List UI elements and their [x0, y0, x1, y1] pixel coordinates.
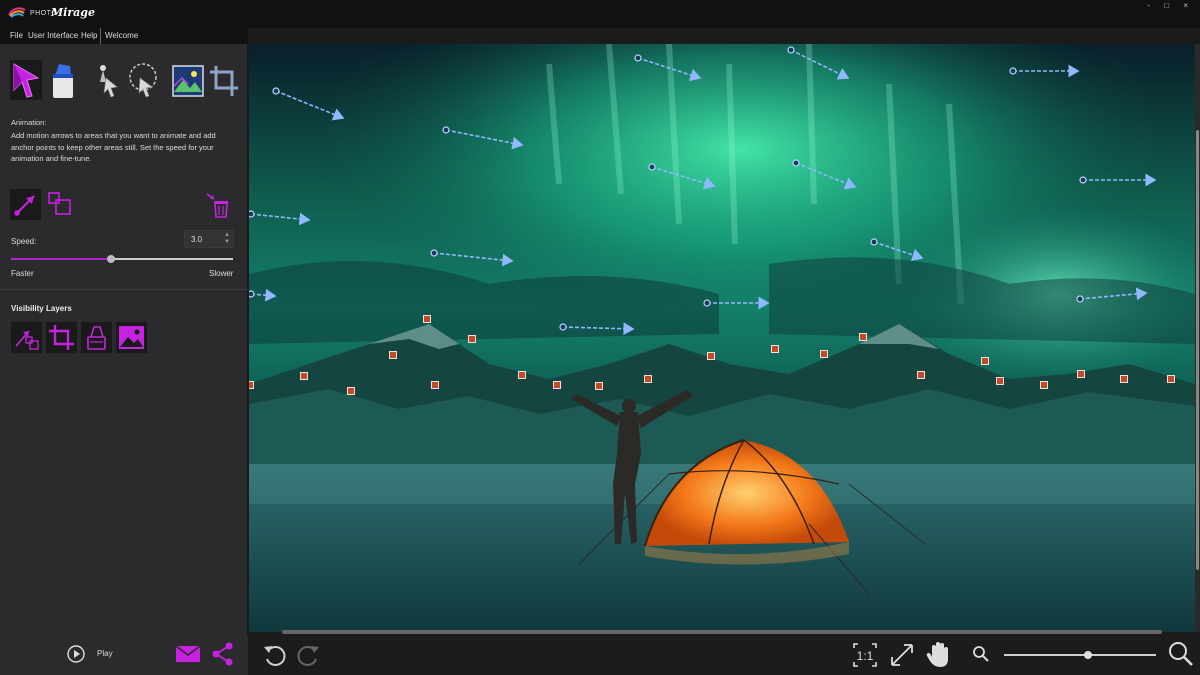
app-window: PHOTO Mirage - □ × File User Interface H… — [0, 0, 1200, 675]
anchor-point-tool[interactable] — [92, 60, 124, 100]
motion-arrow-tool[interactable] — [10, 60, 42, 100]
lasso-select-icon — [129, 63, 157, 98]
image-canvas[interactable] — [249, 44, 1195, 632]
anchor-point[interactable] — [423, 315, 431, 323]
draw-arrow-subtool[interactable] — [10, 189, 41, 220]
title-bar: PHOTO Mirage - □ × — [0, 0, 1200, 28]
undo-icon[interactable] — [262, 643, 286, 667]
anchor-squares-icon — [48, 192, 71, 215]
arrow-anchor-layer-icon — [15, 330, 39, 350]
anchor-point[interactable] — [644, 375, 652, 383]
zoom-in-icon[interactable] — [1168, 641, 1194, 667]
anchor-point[interactable] — [347, 387, 355, 395]
selection-tool[interactable] — [126, 60, 158, 100]
menu-separator — [100, 28, 101, 44]
speed-value: 3.0 — [191, 235, 203, 244]
menu-user-interface[interactable]: User Interface — [28, 31, 78, 40]
image-icon — [172, 65, 204, 97]
trash-icon — [206, 193, 228, 218]
anchor-point[interactable] — [996, 377, 1004, 385]
anchor-point[interactable] — [518, 371, 526, 379]
anchor-point[interactable] — [820, 350, 828, 358]
menu-file[interactable]: File — [10, 31, 23, 40]
anchor-pin-icon — [100, 65, 118, 98]
animation-description: Add motion arrows to areas that you want… — [11, 131, 216, 163]
panel-divider — [0, 289, 248, 290]
window-controls[interactable]: - □ × — [1147, 1, 1194, 10]
email-icon[interactable] — [175, 644, 201, 664]
aurora-tent-photo — [249, 44, 1195, 632]
animation-title: Animation: — [11, 118, 47, 127]
play-icon[interactable] — [67, 645, 85, 663]
zoom-slider-thumb[interactable] — [1083, 651, 1092, 659]
anchor-point[interactable] — [468, 335, 476, 343]
faster-label: Faster — [11, 269, 34, 278]
anchor-point[interactable] — [389, 351, 397, 359]
vertical-scrollbar[interactable] — [1196, 130, 1199, 570]
anchor-point[interactable] — [553, 381, 561, 389]
speed-label: Speed: — [11, 237, 37, 246]
draw-arrow-icon — [14, 195, 35, 216]
app-brand-name: Mirage — [51, 6, 95, 19]
actual-size-icon[interactable]: 1:1 — [852, 642, 878, 668]
anchor-point[interactable] — [431, 381, 439, 389]
app-logo-icon — [8, 7, 26, 18]
visibility-mask[interactable] — [81, 322, 112, 353]
speed-slider-thumb[interactable] — [106, 255, 115, 263]
speed-stepper[interactable]: 3.0 ▲ ▼ — [184, 230, 234, 248]
anchor-point[interactable] — [1167, 375, 1175, 383]
anchor-point[interactable] — [1077, 370, 1085, 378]
anchor-point[interactable] — [1120, 375, 1128, 383]
bottom-panel: Play — [0, 636, 248, 675]
image-tool[interactable] — [172, 64, 204, 98]
visibility-arrows-anchors[interactable] — [11, 322, 42, 353]
eraser-layer-icon — [87, 326, 106, 350]
visibility-layers-title: Visibility Layers — [11, 304, 72, 313]
anchor-point[interactable] — [981, 357, 989, 365]
hand-pan-icon[interactable] — [926, 641, 950, 669]
redo-icon[interactable] — [297, 643, 321, 667]
crop-layer-icon — [49, 325, 74, 350]
svg-text:1:1: 1:1 — [857, 649, 874, 663]
menu-welcome[interactable]: Welcome — [105, 31, 138, 40]
zoom-out-icon[interactable] — [972, 645, 990, 663]
speed-slider[interactable] — [11, 255, 233, 263]
menu-help[interactable]: Help — [81, 31, 97, 40]
visibility-crop[interactable] — [46, 322, 77, 353]
anchor-point[interactable] — [595, 382, 603, 390]
anchor-point[interactable] — [249, 381, 254, 389]
visibility-image[interactable] — [116, 322, 147, 353]
motion-arrow-icon — [13, 63, 40, 98]
anchor-point[interactable] — [859, 333, 867, 341]
anchor-subtool[interactable] — [45, 189, 76, 220]
eraser-tool[interactable] — [46, 60, 78, 100]
eraser-icon — [53, 64, 73, 98]
anchor-point[interactable] — [771, 345, 779, 353]
fit-screen-icon[interactable] — [889, 642, 915, 668]
slower-label: Slower — [209, 269, 234, 278]
play-label[interactable]: Play — [97, 649, 113, 658]
crop-icon — [210, 66, 238, 96]
horizontal-scrollbar[interactable] — [282, 630, 1162, 634]
anchor-point[interactable] — [300, 372, 308, 380]
delete-arrows-button[interactable] — [204, 191, 234, 219]
tool-panel: Animation: Add motion arrows to areas th… — [0, 44, 248, 675]
speed-slider-fill — [11, 258, 111, 260]
anchor-point[interactable] — [707, 352, 715, 360]
menu-bar: File User Interface Help Welcome — [0, 28, 248, 44]
bottom-toolbar: Play 1:1 — [0, 636, 1200, 675]
zoom-slider[interactable] — [1004, 651, 1156, 659]
spin-arrows-icon[interactable]: ▲ ▼ — [224, 232, 230, 246]
image-layer-icon — [119, 326, 144, 349]
anchor-point[interactable] — [917, 371, 925, 379]
anchor-point[interactable] — [1040, 381, 1048, 389]
crop-tool[interactable] — [208, 64, 240, 98]
share-icon[interactable] — [211, 641, 235, 667]
